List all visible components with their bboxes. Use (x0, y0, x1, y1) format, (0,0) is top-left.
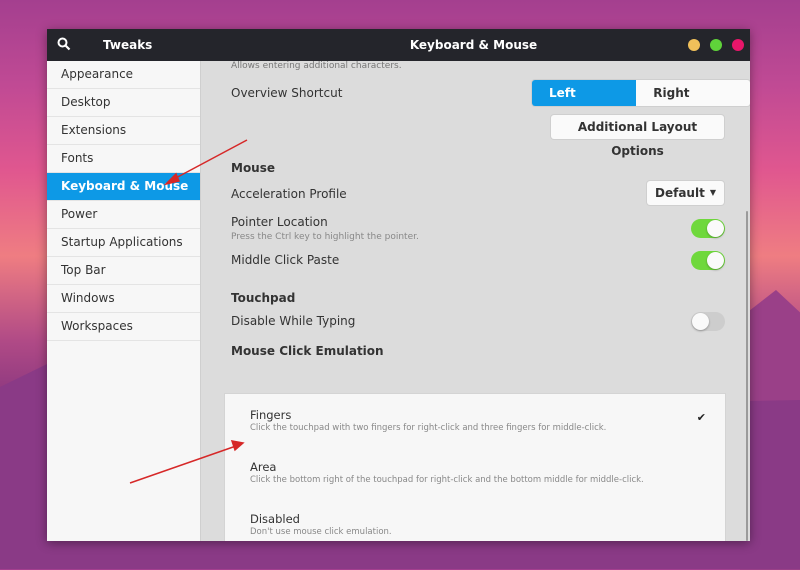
option-description: Click the bottom right of the touchpad f… (250, 475, 644, 485)
touchpad-section-title: Touchpad (231, 291, 296, 305)
sidebar-item-windows[interactable]: Windows (47, 285, 200, 313)
additional-layout-options-button[interactable]: Additional Layout Options (551, 115, 724, 158)
pointer-location-description: Press the Ctrl key to highlight the poin… (231, 232, 419, 242)
overview-shortcut-label: Overview Shortcut (231, 86, 343, 100)
right-super-button[interactable]: Right Super (636, 80, 750, 106)
option-title: Area (250, 460, 277, 474)
click-emulation-option-area[interactable]: Area Click the bottom right of the touch… (225, 446, 725, 498)
middle-click-paste-toggle[interactable] (691, 251, 725, 270)
sidebar-item-power[interactable]: Power (47, 201, 200, 229)
sidebar-item-startup-applications[interactable]: Startup Applications (47, 229, 200, 257)
sidebar-item-workspaces[interactable]: Workspaces (47, 313, 200, 341)
settings-panel: Allows entering additional characters. O… (201, 61, 750, 541)
close-button[interactable] (732, 39, 744, 51)
option-description: Don't use mouse click emulation. (250, 527, 392, 537)
pointer-location-toggle[interactable] (691, 219, 725, 238)
sidebar-item-appearance[interactable]: Appearance (47, 61, 200, 89)
maximize-button[interactable] (710, 39, 722, 51)
sidebar-item-extensions[interactable]: Extensions (47, 117, 200, 145)
option-title: Disabled (250, 512, 300, 526)
click-emulation-option-fingers[interactable]: Fingers Click the touchpad with two fing… (225, 394, 725, 446)
title-bar: Tweaks Keyboard & Mouse (47, 29, 750, 61)
additional-characters-hint: Allows entering additional characters. (231, 61, 402, 71)
overview-shortcut-selector: Left Super Right Super (532, 80, 750, 106)
sidebar-item-fonts[interactable]: Fonts (47, 145, 200, 173)
chevron-down-icon: ▼ (709, 188, 716, 197)
option-title: Fingers (250, 408, 292, 422)
acceleration-profile-label: Acceleration Profile (231, 187, 347, 201)
minimize-button[interactable] (688, 39, 700, 51)
scrollbar[interactable] (746, 211, 748, 541)
pointer-location-label: Pointer Location (231, 215, 328, 229)
sidebar-item-keyboard-mouse[interactable]: Keyboard & Mouse (47, 173, 200, 201)
tweaks-window: Tweaks Keyboard & Mouse Appearance Deskt… (47, 29, 750, 541)
mouse-section-title: Mouse (231, 161, 276, 175)
middle-click-paste-label: Middle Click Paste (231, 253, 340, 267)
option-description: Click the touchpad with two fingers for … (250, 423, 607, 433)
sidebar-item-desktop[interactable]: Desktop (47, 89, 200, 117)
sidebar-item-top-bar[interactable]: Top Bar (47, 257, 200, 285)
acceleration-profile-value: Default (655, 186, 705, 200)
checkmark-icon: ✔ (696, 411, 706, 424)
view-title: Keyboard & Mouse (409, 38, 538, 52)
left-super-button[interactable]: Left Super (532, 80, 637, 106)
acceleration-profile-dropdown[interactable]: Default ▼ (647, 181, 724, 205)
click-emulation-list: Fingers Click the touchpad with two fing… (225, 394, 725, 541)
sidebar: Appearance Desktop Extensions Fonts Keyb… (47, 61, 201, 541)
disable-while-typing-toggle[interactable] (691, 312, 725, 331)
mouse-click-emulation-title: Mouse Click Emulation (231, 344, 384, 358)
click-emulation-option-disabled[interactable]: Disabled Don't use mouse click emulation… (225, 498, 725, 541)
disable-while-typing-label: Disable While Typing (231, 314, 356, 328)
